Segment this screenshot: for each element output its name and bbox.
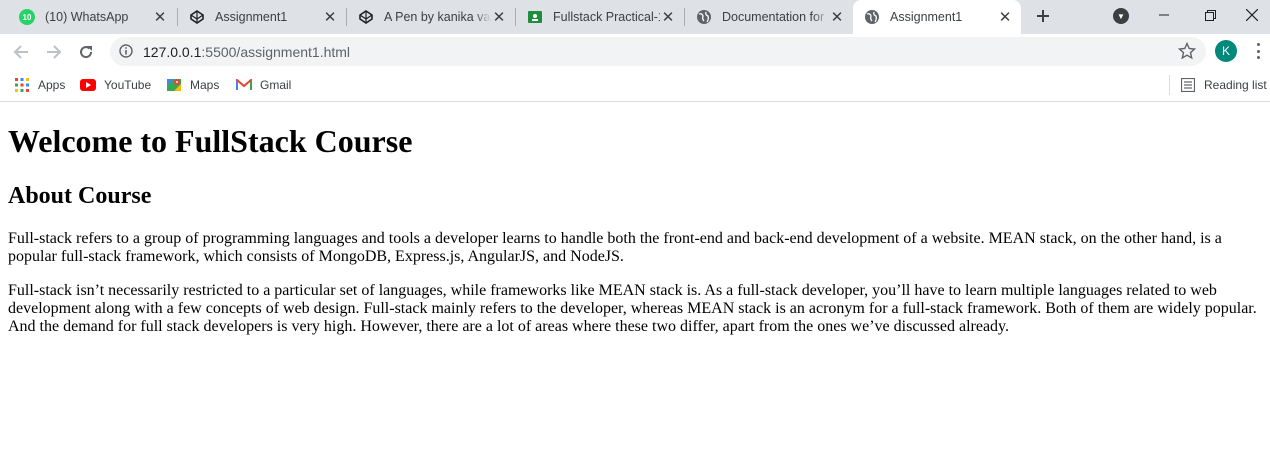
back-button[interactable]	[9, 40, 33, 64]
forward-button[interactable]	[42, 40, 66, 64]
tab-fullstack-practical[interactable]: Fullstack Practical-1 ✕	[516, 2, 684, 32]
tab-label: A Pen by kanika van	[384, 10, 491, 24]
close-icon[interactable]: ✕	[997, 9, 1013, 26]
browser-toolbar: 127.0.0.1:5500/assignment1.html	[0, 34, 1270, 69]
bookmark-label: Maps	[190, 78, 220, 92]
tab-pen-by-kanika[interactable]: A Pen by kanika van ✕	[347, 2, 515, 32]
bookmark-label: YouTube	[104, 78, 152, 92]
tab-search-button[interactable]: ▼	[1113, 8, 1129, 24]
apps-grid-icon	[14, 77, 30, 93]
minimize-icon	[1159, 14, 1169, 16]
tab-label: Documentation for	[722, 10, 825, 24]
bookmarks-separator	[1169, 75, 1170, 95]
arrow-left-icon	[13, 45, 28, 59]
tab-label: Fullstack Practical-1	[553, 10, 660, 24]
reload-button[interactable]	[74, 40, 98, 64]
close-icon[interactable]: ✕	[829, 9, 845, 26]
whatsapp-badge: 10	[19, 9, 35, 25]
tab-assignment1-codepen[interactable]: Assignment1 ✕	[178, 2, 346, 32]
restore-button[interactable]	[1187, 0, 1233, 30]
reading-list-button[interactable]: Reading list	[1180, 76, 1267, 94]
tab-label: Assignment1	[215, 10, 288, 24]
codepen-icon	[358, 9, 374, 25]
window-close-button[interactable]	[1233, 0, 1270, 30]
close-icon[interactable]: ✕	[491, 9, 507, 26]
profile-avatar[interactable]: K	[1215, 40, 1237, 62]
close-icon[interactable]: ✕	[322, 9, 338, 26]
bookmark-label: Gmail	[260, 78, 292, 92]
address-bar[interactable]: 127.0.0.1:5500/assignment1.html	[110, 37, 1206, 66]
bookmark-label: Apps	[38, 78, 66, 92]
tab-whatsapp[interactable]: 10 (10) WhatsApp ✕	[8, 2, 176, 32]
codepen-icon	[189, 9, 205, 25]
url-text[interactable]: 127.0.0.1:5500/assignment1.html	[143, 44, 350, 60]
url-host: 127.0.0.1	[143, 44, 202, 60]
close-icon	[1245, 9, 1258, 21]
url-path: :5500/assignment1.html	[201, 44, 351, 60]
bookmark-gmail[interactable]: Gmail	[236, 76, 291, 94]
star-icon[interactable]	[1178, 42, 1196, 60]
paragraph: Full-stack isn’t necessarily restricted …	[8, 282, 1257, 335]
tab-label: (10) WhatsApp	[45, 10, 129, 24]
more-menu-button[interactable]	[1250, 43, 1266, 59]
dot	[1256, 56, 1260, 59]
plus-icon	[1037, 10, 1049, 22]
info-icon[interactable]	[119, 44, 133, 58]
tab-strip: 10 (10) WhatsApp ✕ Assignment1 ✕ A Pen b…	[0, 0, 1270, 34]
close-icon[interactable]: ✕	[152, 9, 168, 26]
dot	[1256, 49, 1260, 53]
reload-icon	[80, 46, 93, 59]
classroom-icon	[527, 9, 543, 25]
page-title: Welcome to FullStack Course	[8, 123, 413, 159]
reading-list-label: Reading list	[1204, 78, 1267, 92]
paragraph: Full-stack refers to a group of programm…	[8, 230, 1222, 265]
bookmark-apps[interactable]: Apps	[14, 76, 65, 94]
new-tab-button[interactable]	[1032, 5, 1054, 27]
globe-icon	[696, 9, 712, 25]
maps-icon	[166, 77, 182, 93]
arrow-right-icon	[47, 45, 62, 59]
tab-label: Assignment1	[890, 10, 963, 24]
dot	[1256, 43, 1260, 46]
bookmarks-bar: Apps YouTube Maps Gmail Reading list	[0, 69, 1270, 102]
gmail-icon	[236, 77, 252, 93]
restore-icon	[1204, 9, 1216, 21]
section-heading: About Course	[8, 183, 152, 209]
reading-list-icon	[1180, 77, 1196, 93]
minimize-button[interactable]	[1141, 0, 1187, 30]
close-icon[interactable]: ✕	[660, 9, 676, 26]
youtube-icon	[80, 77, 96, 93]
bookmark-youtube[interactable]: YouTube	[80, 76, 151, 94]
tab-documentation[interactable]: Documentation for ✕	[685, 2, 853, 32]
chevron-down-icon: ▼	[1117, 11, 1125, 21]
tab-assignment1-active[interactable]: Assignment1 ✕	[853, 0, 1021, 34]
globe-icon	[864, 9, 880, 25]
page-content: Welcome to FullStack Course About Course…	[0, 102, 1270, 472]
bookmark-maps[interactable]: Maps	[166, 76, 219, 94]
whatsapp-icon: 10	[19, 9, 35, 25]
